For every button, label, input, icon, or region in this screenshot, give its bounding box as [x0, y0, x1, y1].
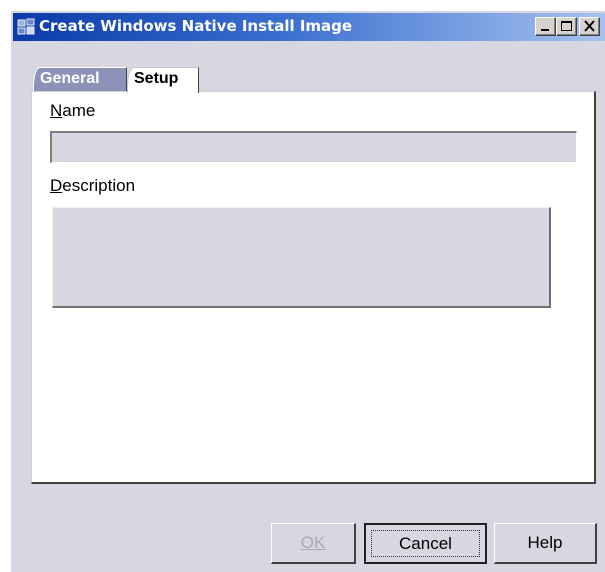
- tab-setup[interactable]: Setup: [127, 67, 199, 93]
- window-title: Create Windows Native Install Image: [39, 17, 353, 35]
- description-label-mnemonic: D: [50, 176, 63, 195]
- tab-general[interactable]: General: [33, 67, 127, 91]
- name-field[interactable]: [50, 131, 577, 163]
- maximize-icon: [561, 21, 572, 31]
- help-button-label: Help: [527, 533, 563, 552]
- cancel-button[interactable]: Cancel: [364, 523, 487, 564]
- app-icon: [17, 18, 35, 36]
- name-label-mnemonic: N: [50, 101, 63, 120]
- description-label-rest: escription: [62, 176, 136, 195]
- ok-button-label: OK: [300, 533, 326, 552]
- tab-general-label: General: [40, 70, 100, 87]
- close-icon: [584, 20, 595, 32]
- dialog-window: Create Windows Native Install Image Gene…: [10, 10, 605, 572]
- name-label-rest: ame: [62, 101, 96, 120]
- description-label: Description: [50, 176, 135, 196]
- description-field[interactable]: [52, 207, 551, 308]
- tab-setup-label: Setup: [134, 70, 179, 87]
- help-button[interactable]: Help: [494, 523, 597, 564]
- focus-rectangle: [371, 530, 480, 557]
- name-label: Name: [50, 101, 95, 121]
- ok-button[interactable]: OK: [271, 523, 356, 564]
- maximize-button[interactable]: [556, 17, 577, 36]
- setup-panel: Name Description: [31, 91, 596, 484]
- close-button[interactable]: [579, 17, 600, 36]
- minimize-button[interactable]: [535, 17, 556, 36]
- title-bar[interactable]: Create Windows Native Install Image: [13, 13, 605, 41]
- minimize-icon: [541, 29, 549, 31]
